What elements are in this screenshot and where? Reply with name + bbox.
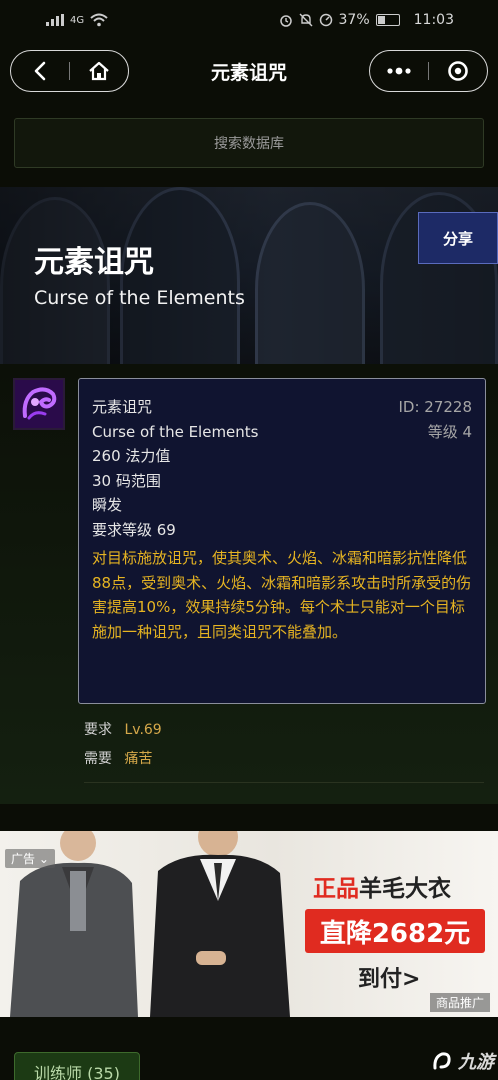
spell-title-cn: 元素诅咒 xyxy=(34,245,154,280)
network-type: 4G xyxy=(70,14,85,26)
home-icon xyxy=(89,61,109,81)
more-button[interactable] xyxy=(370,51,428,91)
tooltip-name-cn: 元素诅咒 xyxy=(92,398,153,416)
spell-title-en: Curse of the Elements xyxy=(34,287,245,309)
req-label: 要求 xyxy=(84,722,112,738)
close-miniprogram-button[interactable] xyxy=(429,51,487,91)
spell-detail: 元素诅咒 ID: 27228 Curse of the Elements 等级 … xyxy=(0,364,498,804)
spell-id: ID: 27228 xyxy=(398,398,472,416)
watermark: 九游 xyxy=(432,1048,494,1074)
search-input[interactable]: 搜索数据库 xyxy=(14,118,484,168)
chevron-left-icon xyxy=(34,61,46,81)
spell-range: 30 码范围 xyxy=(92,471,161,490)
home-button[interactable] xyxy=(70,51,128,91)
battery-percent: 37% xyxy=(338,12,370,28)
miniprogram-capsule xyxy=(369,50,488,92)
share-button[interactable]: 分享 xyxy=(418,212,498,264)
ad-tag[interactable]: 广告 ⌄ xyxy=(5,849,55,868)
alarm-icon xyxy=(279,15,292,27)
battery-icon xyxy=(375,14,400,26)
more-dots-icon xyxy=(387,67,411,75)
data-saver-icon xyxy=(319,13,332,27)
status-bar: 4G 37% 11:03 xyxy=(0,0,498,40)
tooltip-name-en: Curse of the Elements xyxy=(92,422,259,441)
ad-banner[interactable]: 广告 ⌄ 正品羊毛大衣 直降2682元 到付> 商品推广 xyxy=(0,831,498,1017)
app-header: 元素诅咒 xyxy=(0,40,498,102)
trainer-tab[interactable]: 训练师 (35) xyxy=(14,1052,140,1080)
target-close-icon xyxy=(448,61,468,81)
need-label: 需要 xyxy=(84,751,112,767)
ad-headline: 正品羊毛大衣 xyxy=(313,876,451,902)
req-value[interactable]: Lv.69 xyxy=(124,722,161,738)
ad-label: 商品推广 xyxy=(429,993,490,1012)
jiuyou-logo-icon xyxy=(433,1052,451,1070)
nav-capsule xyxy=(10,50,129,92)
curse-spell-icon xyxy=(13,378,65,430)
prerequisite-row: 需要 痛苦 xyxy=(84,748,152,768)
spell-banner: 元素诅咒 Curse of the Elements 分享 xyxy=(0,187,498,364)
ad-cta[interactable]: 到付> xyxy=(358,961,420,993)
spell-tooltip: 元素诅咒 ID: 27228 Curse of the Elements 等级 … xyxy=(78,378,486,704)
cast-time: 瞬发 xyxy=(92,496,123,514)
spell-description: 对目标施放诅咒，使其奥术、火焰、冰霜和暗影抗性降低88点，受到奥术、火焰、冰霜和… xyxy=(92,549,472,641)
mute-icon xyxy=(299,13,313,27)
signal-icon xyxy=(46,14,64,26)
back-button[interactable] xyxy=(11,51,69,91)
wifi-icon xyxy=(90,13,108,27)
divider xyxy=(84,782,484,783)
spell-rank: 等级 4 xyxy=(427,422,472,441)
clock: 11:03 xyxy=(413,12,454,28)
page-title: 元素诅咒 xyxy=(210,61,287,84)
level-requirement: 要求等级 69 xyxy=(92,520,176,539)
requirement-row: 要求 Lv.69 xyxy=(84,719,162,739)
ad-price-badge: 直降2682元 xyxy=(305,909,485,953)
mana-cost: 260 法力值 xyxy=(92,447,171,465)
need-value[interactable]: 痛苦 xyxy=(124,751,152,767)
